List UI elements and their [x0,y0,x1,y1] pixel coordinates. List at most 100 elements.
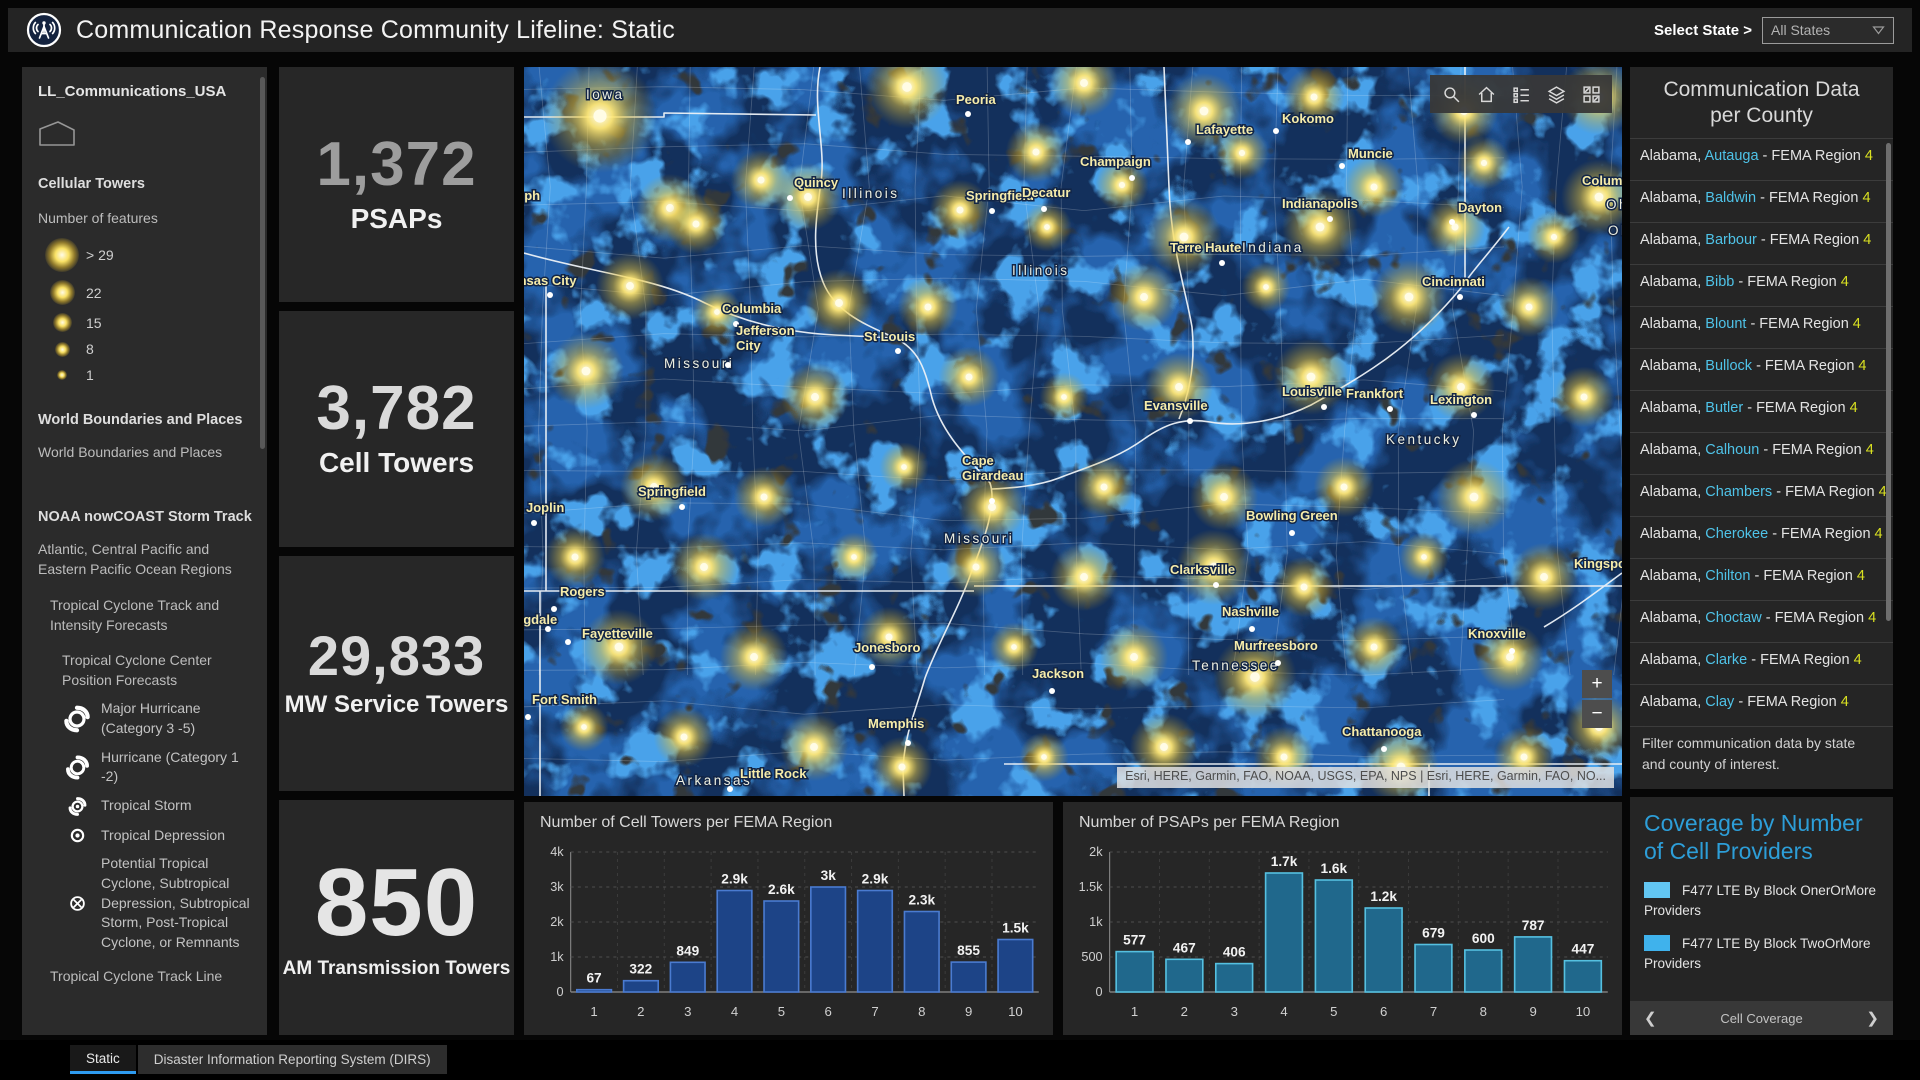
bar-region-2[interactable] [1166,959,1203,992]
county-list-item[interactable]: Alabama, Baldwin - FEMA Region 4 [1630,181,1893,223]
bar-region-3[interactable] [1216,964,1253,992]
pager-next-arrow-icon[interactable]: ❯ [1866,1009,1879,1027]
city-dot [1457,294,1463,300]
county-list-item[interactable]: Alabama, Bibb - FEMA Region 4 [1630,265,1893,307]
city-dot [1187,418,1193,424]
county-list-item[interactable]: Alabama, Blount - FEMA Region 4 [1630,307,1893,349]
legend-button[interactable] [1505,78,1537,110]
x-tick-label: 5 [778,1004,785,1019]
county-list-item[interactable]: Alabama, Calhoun - FEMA Region 4 [1630,433,1893,475]
noaa-track-forecast-label: Tropical Cyclone Track and Intensity For… [38,595,240,636]
coverage-legend: F477 LTE By Block OnerOrMore ProvidersF4… [1630,881,1893,974]
home-button[interactable] [1470,78,1502,110]
city-label: Frankfort [1346,386,1404,401]
city-dot [1381,746,1387,752]
zoom-in-button[interactable]: + [1582,670,1612,698]
basemap-button[interactable] [1575,78,1607,110]
x-tick-label: 10 [1576,1004,1591,1019]
city-label: Cincinnati [1422,274,1485,289]
legend-panel[interactable]: LL_Communications_USA Cellular Towers Nu… [22,67,267,1035]
city-dot [565,639,571,645]
layers-button[interactable] [1540,78,1572,110]
x-tick-label: 4 [731,1004,738,1019]
x-tick-label: 4 [1280,1004,1287,1019]
city-label: Kingsport [1574,556,1622,571]
city-dot [1289,530,1295,536]
coverage-map[interactable]: IowaIllinoisIllinoisMissouriMissouriIndi… [524,67,1622,796]
county-list-scrollbar[interactable] [1886,143,1891,621]
city-label: Jackson [1032,666,1084,681]
county-name: Autauga [1705,148,1759,164]
bar-region-5[interactable] [1315,880,1352,992]
x-tick-label: 9 [1529,1004,1536,1019]
county-state-prefix: Alabama, [1640,694,1705,710]
county-list-item[interactable]: Alabama, Chambers - FEMA Region 4 [1630,475,1893,517]
bar-region-1[interactable] [577,990,612,992]
map-panel[interactable]: IowaIllinoisIllinoisMissouriMissouriIndi… [524,67,1622,796]
bar-region-10[interactable] [998,940,1033,993]
bar-region-4[interactable] [1266,873,1303,992]
city-dot [1129,175,1135,181]
county-panel-title: Communication Data per County [1630,67,1893,138]
state-label: Kentucky [1386,432,1462,447]
bar-region-7[interactable] [858,891,893,993]
stat-label: MW Service Towers [285,692,509,718]
county-list-item[interactable]: Alabama, Cherokee - FEMA Region 4 [1630,517,1893,559]
world-boundaries-heading: World Boundaries and Places [38,412,253,428]
county-list-item[interactable]: Alabama, Chilton - FEMA Region 4 [1630,559,1893,601]
bar-value-label: 467 [1173,940,1196,955]
city-label: Bowling Green [1246,508,1338,523]
city-dot [1249,626,1255,632]
bar-region-8[interactable] [1465,950,1502,992]
bar-region-5[interactable] [764,901,799,992]
bar-value-label: 2.9k [862,872,889,887]
coverage-panel-title: Coverage by Number of Cell Providers [1630,797,1893,865]
county-list-item[interactable]: Alabama, Choctaw - FEMA Region 4 [1630,601,1893,643]
city-label: Fort Smith [532,692,597,707]
x-tick-label: 1 [590,1004,597,1019]
county-list-item[interactable]: Alabama, Clay - FEMA Region 4 [1630,685,1893,727]
bar-region-6[interactable] [1365,908,1402,992]
header-bar: Communication Response Community Lifelin… [8,8,1912,52]
city-label: Lexington [1430,392,1492,407]
bar-region-7[interactable] [1415,945,1452,993]
tab-static[interactable]: Static [70,1045,136,1074]
fema-region-text: - FEMA Region [1747,652,1853,668]
county-list-item[interactable]: Alabama, Barbour - FEMA Region 4 [1630,223,1893,265]
search-button[interactable] [1435,78,1467,110]
bar-region-9[interactable] [951,962,986,992]
bar-region-1[interactable] [1116,952,1153,992]
fema-region-number: 4 [1841,274,1849,290]
county-list-item[interactable]: Alabama, Bullock - FEMA Region 4 [1630,349,1893,391]
city-dot [1049,688,1055,694]
basemap-icon [1582,85,1601,104]
x-tick-label: 2 [637,1004,644,1019]
x-tick-label: 7 [1430,1004,1437,1019]
county-list-item[interactable]: Alabama, Butler - FEMA Region 4 [1630,391,1893,433]
county-name: Baldwin [1705,190,1756,206]
fema-region-text: - FEMA Region [1734,274,1840,290]
legend-scrollbar[interactable] [260,77,265,449]
tab-disaster-information-reporting[interactable]: Disaster Information Reporting System (D… [138,1045,447,1074]
bar-region-4[interactable] [717,891,752,993]
city-label: Kansas City [524,273,577,288]
bar-region-10[interactable] [1564,961,1601,992]
bar-value-label: 1.6k [1320,861,1347,876]
stat-card-mw-service-towers: 29,833MW Service Towers [279,556,514,791]
state-label: Iowa [586,87,625,102]
pager-previous-arrow-icon[interactable]: ❮ [1644,1009,1657,1027]
county-list-item[interactable]: Alabama, Clarke - FEMA Region 4 [1630,643,1893,685]
tower-glow-dot-icon [38,238,86,272]
bar-region-3[interactable] [670,962,705,992]
city-dot [1321,404,1327,410]
state-dropdown[interactable]: All States [1762,17,1894,44]
bar-region-9[interactable] [1515,937,1552,992]
bar-value-label: 849 [676,943,699,958]
bar-region-6[interactable] [811,887,846,992]
county-list-item[interactable]: Alabama, Autauga - FEMA Region 4 [1630,139,1893,181]
svg-text:500: 500 [1081,950,1102,964]
zoom-out-button[interactable]: − [1582,700,1612,728]
bar-region-2[interactable] [624,981,659,992]
bar-region-8[interactable] [904,912,939,993]
state-label: Ohi [1608,223,1622,238]
